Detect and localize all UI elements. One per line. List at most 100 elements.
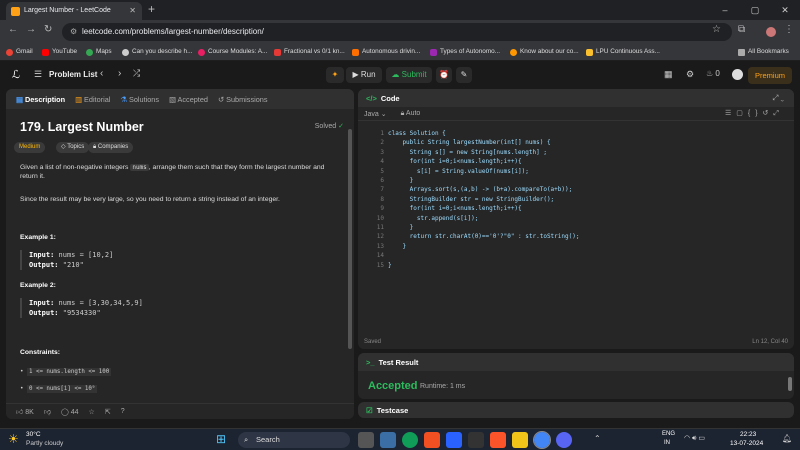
app-icon[interactable] xyxy=(446,432,462,448)
close-tab-icon[interactable]: ✕ xyxy=(129,2,136,20)
editor-actions-icon[interactable]: ☰▢{}↺⤢ xyxy=(725,109,784,118)
next-problem-icon[interactable]: › xyxy=(118,68,121,79)
back-icon[interactable]: ← xyxy=(8,24,18,35)
brave-icon[interactable] xyxy=(490,432,506,448)
tab-solutions[interactable]: ⚗ Solutions xyxy=(120,95,159,104)
maximize-icon[interactable]: ▢ xyxy=(740,0,770,20)
task-view-icon[interactable] xyxy=(358,432,374,448)
minimize-icon[interactable]: – xyxy=(710,0,740,20)
timer-icon[interactable]: ⏰ xyxy=(436,67,452,83)
premium-button[interactable]: Premium xyxy=(748,67,792,84)
tab-title: Largest Number - LeetCode xyxy=(24,7,111,14)
result-scrollbar[interactable] xyxy=(788,377,792,391)
bookmark-gmail[interactable]: Gmail xyxy=(6,44,33,60)
tab-submissions[interactable]: ↺ Submissions xyxy=(218,95,268,104)
input-language[interactable]: ENG xyxy=(662,431,675,437)
bookmark-types-autonomous[interactable]: Types of Autonomo... xyxy=(430,44,500,60)
code-line: for(int i=0;i<nums.length;i++){ xyxy=(388,205,522,213)
url-input[interactable]: ⚙ leetcode.com/problems/largest-number/d… xyxy=(62,23,732,41)
maps-icon xyxy=(86,48,93,56)
chrome-icon[interactable] xyxy=(533,431,551,449)
run-button[interactable]: ▶ Run xyxy=(346,67,382,83)
all-bookmarks[interactable]: All Bookmarks xyxy=(738,44,789,60)
taskbar-search[interactable]: ⌕ Search xyxy=(238,432,350,448)
editor-options-row: Java ⌄ 🔒︎ Auto ☰▢{}↺⤢ xyxy=(358,107,794,121)
bookmark-fractional[interactable]: Fractional vs 0/1 kn... xyxy=(274,44,345,60)
companies-tag[interactable]: 🔒︎ Companies xyxy=(88,142,134,153)
settings-gear-icon[interactable]: ⚙ xyxy=(686,69,694,80)
expand-icon[interactable]: ⤢ ⌄ xyxy=(772,93,784,103)
editor-status-bar: Saved Ln 12, Col 40 xyxy=(358,335,794,349)
help-icon[interactable]: ? xyxy=(121,408,125,415)
difficulty-badge[interactable]: Medium xyxy=(14,142,46,153)
code-line: StringBuilder str = new StringBuilder(); xyxy=(388,195,555,203)
topics-tag[interactable]: ◇ Topics xyxy=(56,142,90,153)
close-window-icon[interactable]: ✕ xyxy=(770,0,800,20)
forward-icon[interactable]: → xyxy=(26,24,36,35)
bookmark-chatgpt[interactable]: Can you describe h... xyxy=(122,44,192,60)
code-line: str.append(s[i]); xyxy=(388,214,479,222)
autocomplete-mode[interactable]: 🔒︎ Auto xyxy=(401,110,421,118)
dislike-icon[interactable]: 👎︎ xyxy=(44,407,51,416)
browser-tab[interactable]: Largest Number - LeetCode ✕ xyxy=(6,2,142,20)
user-avatar[interactable] xyxy=(732,69,743,80)
weather-temp[interactable]: 30°C xyxy=(26,431,41,438)
tray-chevron-icon[interactable]: ⌃ xyxy=(594,434,601,443)
cursor-position: Ln 12, Col 40 xyxy=(752,339,788,345)
edge-icon[interactable] xyxy=(402,432,418,448)
bookmark-course-modules[interactable]: Course Modules: A... xyxy=(198,44,267,60)
problem-list-link[interactable]: Problem List xyxy=(49,70,97,79)
test-result-header[interactable]: >_ Test Result xyxy=(358,353,794,371)
weather-icon[interactable]: ☀ xyxy=(8,432,19,446)
file-explorer-icon[interactable] xyxy=(512,432,528,448)
streak-counter[interactable]: ♨ 0 xyxy=(706,69,720,78)
list-icon[interactable]: ☰ xyxy=(34,69,42,80)
prev-problem-icon[interactable]: ‹ xyxy=(100,68,103,79)
tab-accepted[interactable]: ▧ Accepted xyxy=(169,95,208,104)
tab-description[interactable]: ▤ Description xyxy=(16,95,65,104)
code-line: } xyxy=(388,261,392,269)
submit-button[interactable]: ☁ Submit xyxy=(386,67,432,83)
like-button[interactable]: 👍︎ 8K xyxy=(16,407,34,416)
clock-time[interactable]: 22:23 xyxy=(740,431,756,438)
notification-bell-icon[interactable]: 🔔︎ xyxy=(782,434,792,443)
leetcode-logo-icon[interactable]: ℒ xyxy=(12,68,20,81)
profile-avatar[interactable] xyxy=(766,27,776,37)
new-tab-icon[interactable]: + xyxy=(148,2,155,16)
comments-button[interactable]: ◯ 44 xyxy=(61,408,79,416)
layout-icon[interactable]: ▦ xyxy=(664,69,673,80)
input-region[interactable]: IN xyxy=(664,440,670,446)
bookmark-star-icon[interactable]: ☆ xyxy=(712,24,721,35)
weather-desc[interactable]: Partly cloudy xyxy=(26,440,63,447)
site-info-icon[interactable]: ⚙ xyxy=(70,23,77,41)
wifi-volume-battery-icon[interactable]: ◠ 🔊︎ ▭ xyxy=(684,434,705,443)
notes-icon[interactable]: ✎ xyxy=(456,67,472,83)
bookmark-lpu[interactable]: LPU Continuous Ass... xyxy=(586,44,660,60)
window-controls: – ▢ ✕ xyxy=(710,0,800,20)
description-text-2: Since the result may be very large, so y… xyxy=(20,196,280,203)
bookmark-know-about[interactable]: Know about our co... xyxy=(510,44,579,60)
discord-icon[interactable] xyxy=(556,432,572,448)
debug-icon[interactable]: ✦ xyxy=(326,67,344,83)
windows-start-icon[interactable]: ⊞ xyxy=(216,432,226,446)
bookmark-youtube[interactable]: YouTube xyxy=(42,44,77,60)
favorite-star-icon[interactable]: ☆ xyxy=(89,408,95,416)
description-scrollbar[interactable] xyxy=(348,129,352,349)
clock-date[interactable]: 13-07-2024 xyxy=(730,440,763,447)
bookmark-maps[interactable]: Maps xyxy=(86,44,112,60)
bookmark-autonomous-driving[interactable]: Autonomous drivin... xyxy=(352,44,420,60)
office-icon[interactable] xyxy=(424,432,440,448)
language-select[interactable]: Java ⌄ xyxy=(364,110,387,118)
shuffle-icon[interactable]: ⤮ xyxy=(133,68,140,79)
menu-icon[interactable]: ⋮ xyxy=(784,24,794,35)
testcase-header[interactable]: ☑ Testcase xyxy=(358,402,794,418)
share-icon[interactable]: ⇱ xyxy=(105,408,111,416)
vscode-icon[interactable] xyxy=(468,432,484,448)
extensions-icon[interactable]: ⧉ xyxy=(738,24,745,35)
code-line: public String largestNumber(int[] nums) … xyxy=(388,139,551,147)
windows-taskbar: ☀ 30°C Partly cloudy ⊞ ⌕ Search ⌃ ENG IN… xyxy=(0,428,800,450)
tab-editorial[interactable]: ▥ Editorial xyxy=(75,95,110,104)
widget-icon[interactable] xyxy=(380,432,396,448)
reload-icon[interactable]: ↻ xyxy=(44,24,52,35)
constraint-1: • 1 <= nums.length <= 100 xyxy=(20,368,112,376)
